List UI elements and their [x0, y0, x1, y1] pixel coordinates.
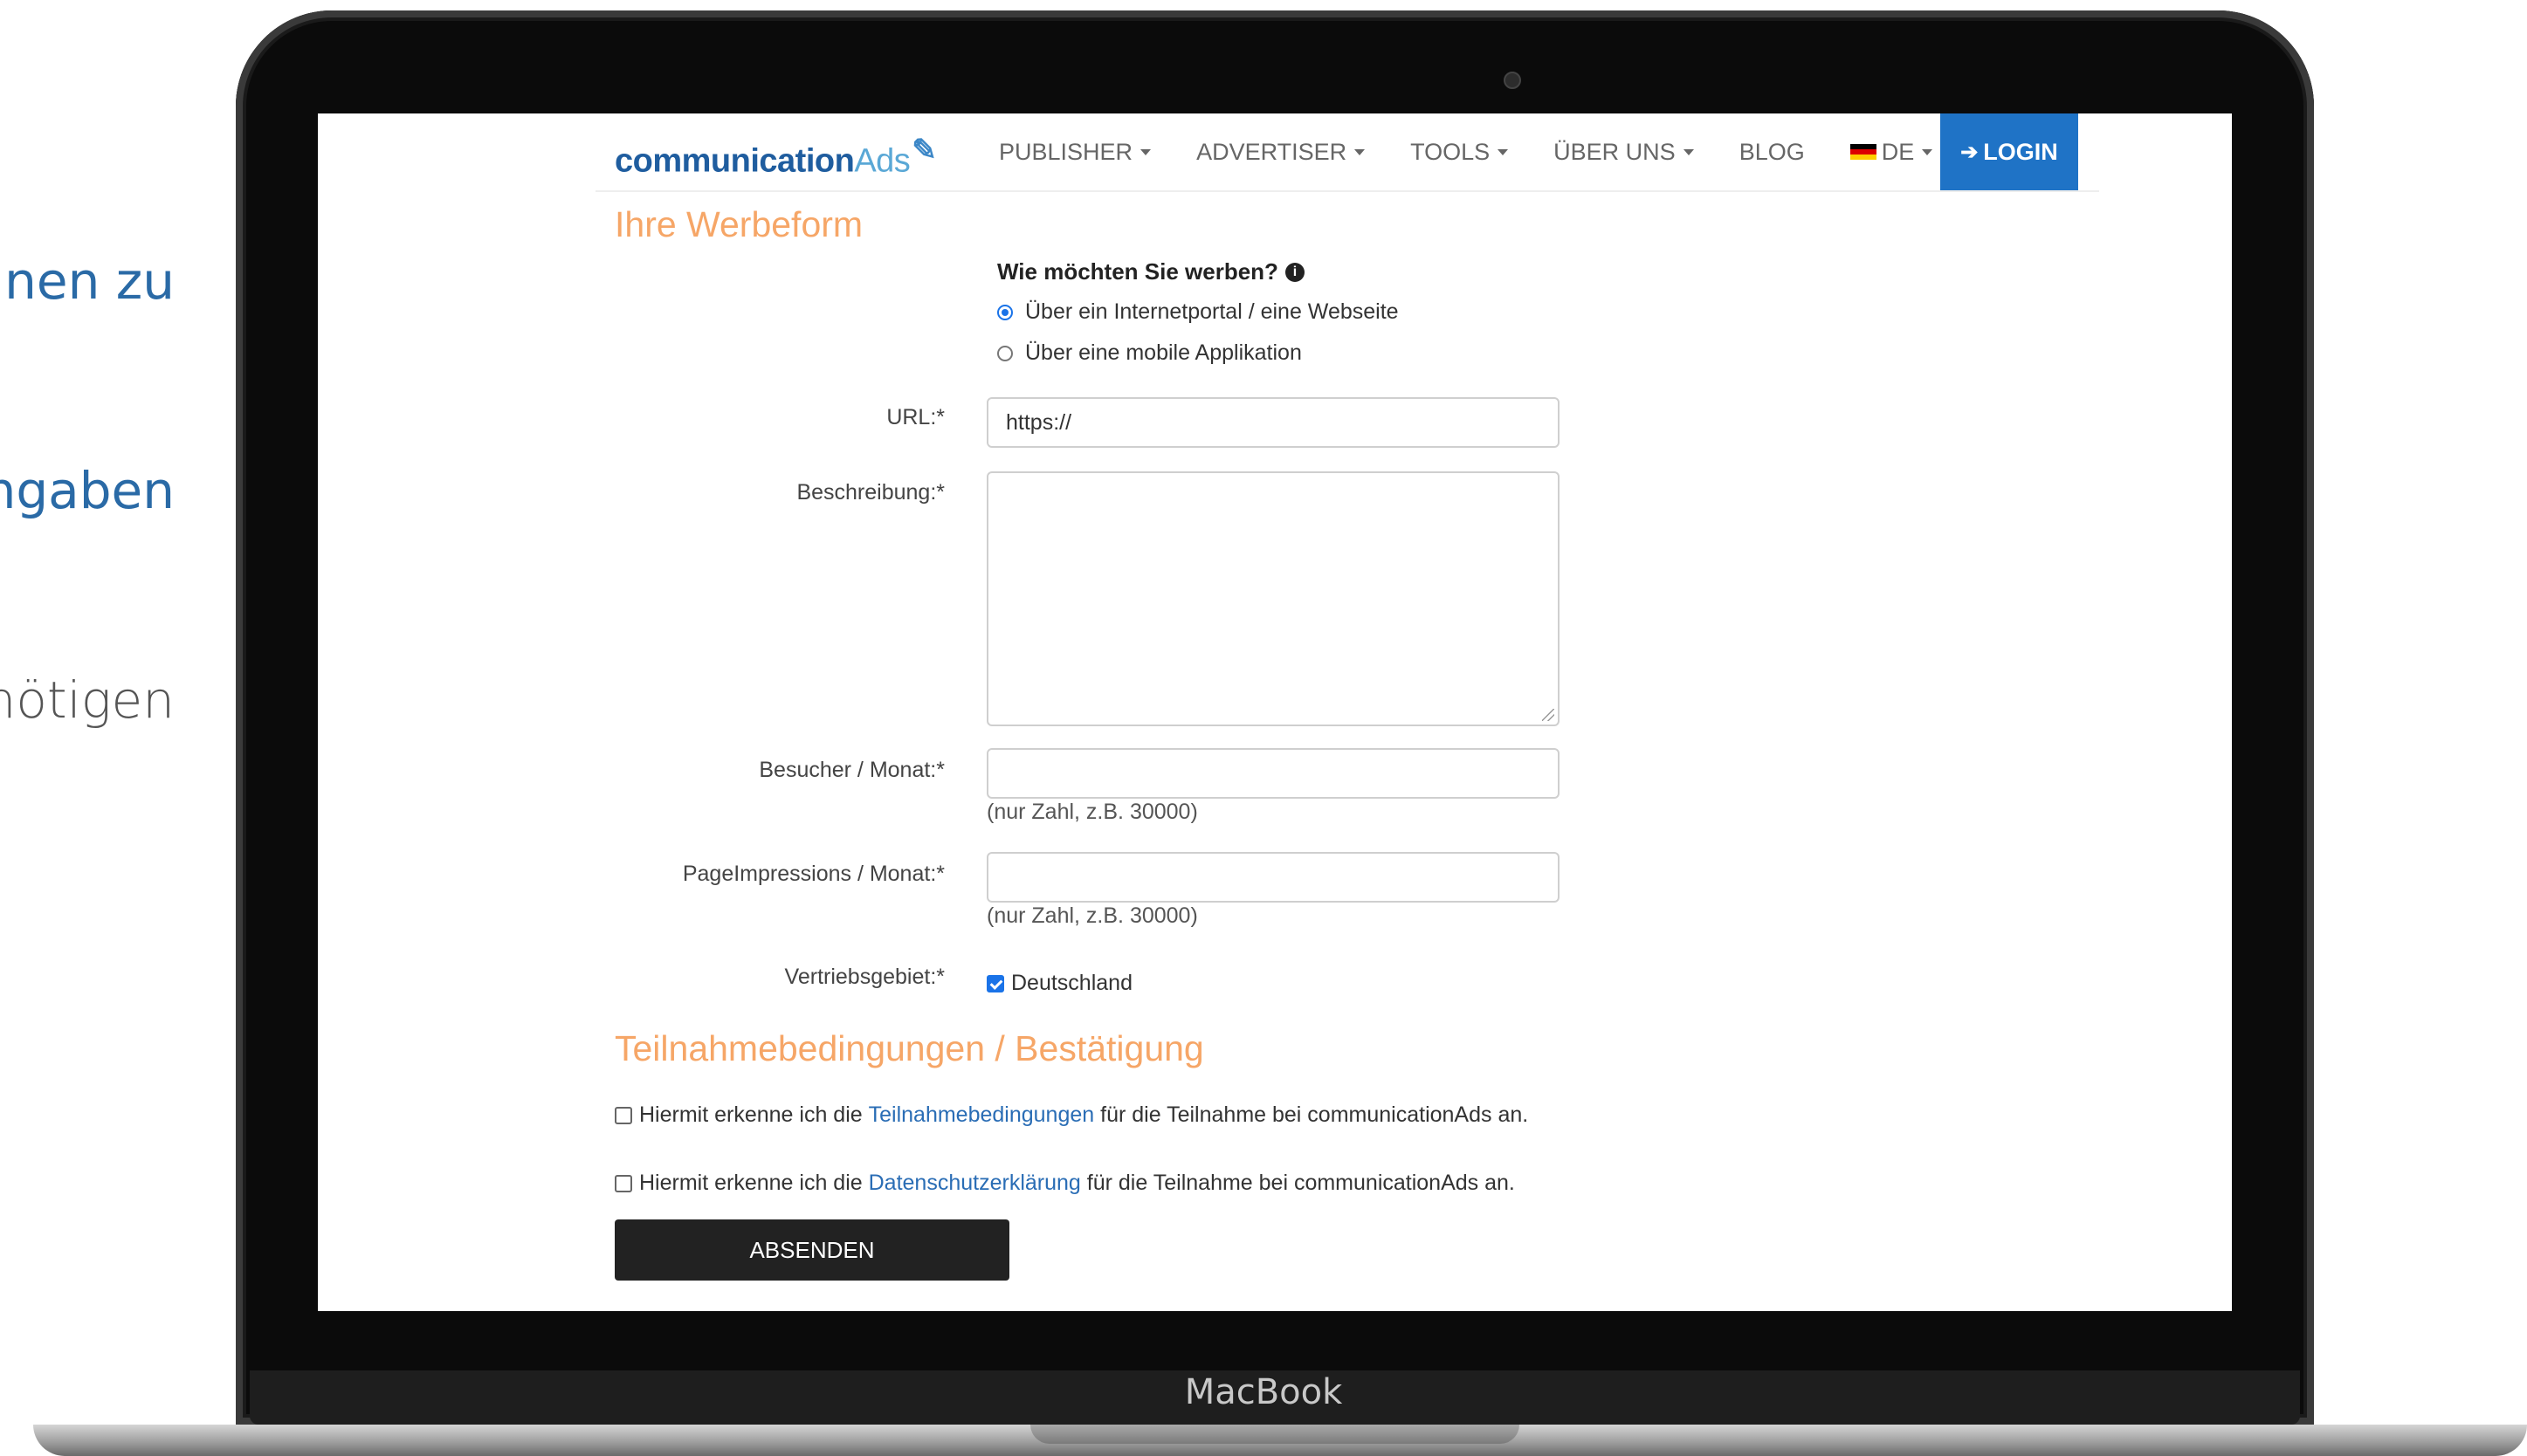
device-label: MacBook: [1184, 1372, 1343, 1412]
resize-handle[interactable]: [1542, 709, 1554, 721]
side-text-3: nötigen: [0, 670, 175, 730]
side-text-2: ngaben: [0, 461, 175, 520]
besucher-label: Besucher / Monat:*: [759, 758, 945, 782]
caret-down-icon: [1683, 148, 1694, 155]
nav-item-publisher[interactable]: PUBLISHER: [999, 139, 1152, 166]
logo-text-secondary: Ads: [854, 142, 911, 180]
besucher-input[interactable]: [987, 748, 1560, 799]
nav-item-advertiser[interactable]: ADVERTISER: [1196, 139, 1366, 166]
teilnahmebedingungen-checkbox[interactable]: [615, 1106, 632, 1124]
logo-text-primary: communication: [615, 142, 855, 180]
radio-option-mobile-app[interactable]: Über eine mobile Applikation: [997, 340, 1302, 366]
caret-down-icon: [1922, 148, 1933, 155]
language-selector[interactable]: DE: [1849, 139, 1933, 166]
section-title-terms: Teilnahmebedingungen / Bestätigung: [615, 1028, 1204, 1068]
datenschutz-row: Hiermit erkenne ich die Datenschutzerklä…: [615, 1171, 1515, 1196]
sign-in-icon: ➔: [1960, 140, 1979, 164]
caret-down-icon: [1498, 148, 1509, 155]
logo[interactable]: communicationAds✎: [615, 133, 937, 181]
url-input[interactable]: https://: [987, 397, 1560, 448]
laptop-screen: communicationAds✎ PUBLISHER ADVERTISER T…: [318, 113, 2232, 1311]
info-icon[interactable]: i: [1284, 262, 1305, 282]
question-label: Wie möchten Sie werben? i: [997, 258, 1305, 285]
german-flag-icon: [1849, 144, 1876, 160]
radio-button[interactable]: [997, 345, 1013, 361]
side-text-1: nen zu: [4, 251, 175, 311]
edit-icon: ✎: [912, 134, 937, 167]
nav-item-ueber-uns[interactable]: ÜBER UNS: [1553, 139, 1694, 166]
teilnahmebedingungen-row: Hiermit erkenne ich die Teilnahmebedingu…: [615, 1102, 1528, 1128]
radio-button[interactable]: [997, 304, 1013, 320]
vertriebsgebiet-label: Vertriebsgebiet:*: [784, 965, 945, 989]
submit-button[interactable]: ABSENDEN: [615, 1219, 1009, 1281]
pageimpressions-label: PageImpressions / Monat:*: [682, 862, 945, 886]
beschreibung-textarea[interactable]: [987, 471, 1560, 726]
navbar: communicationAds✎ PUBLISHER ADVERTISER T…: [596, 113, 2099, 192]
deutschland-checkbox[interactable]: [987, 974, 1004, 992]
datenschutz-checkbox[interactable]: [615, 1174, 632, 1192]
nav-item-tools[interactable]: TOOLS: [1410, 139, 1509, 166]
vertriebsgebiet-checkbox-row[interactable]: Deutschland: [987, 971, 1133, 996]
nav-item-blog[interactable]: BLOG: [1739, 139, 1805, 166]
besucher-hint: (nur Zahl, z.B. 30000): [987, 800, 1198, 824]
datenschutz-link[interactable]: Datenschutzerklärung: [869, 1171, 1081, 1196]
web-page: communicationAds✎ PUBLISHER ADVERTISER T…: [596, 113, 2099, 1281]
section-title-werbeform: Ihre Werbeform: [615, 204, 864, 244]
pageimpressions-hint: (nur Zahl, z.B. 30000): [987, 903, 1198, 928]
main-nav: PUBLISHER ADVERTISER TOOLS ÜBER UNS BLOG…: [999, 113, 1978, 190]
laptop-notch: [1030, 1425, 1519, 1444]
caret-down-icon: [1140, 148, 1152, 155]
camera-icon: [1504, 72, 1521, 89]
teilnahmebedingungen-link[interactable]: Teilnahmebedingungen: [869, 1102, 1095, 1128]
radio-option-website[interactable]: Über ein Internetportal / eine Webseite: [997, 299, 1399, 325]
beschreibung-label: Beschreibung:*: [796, 480, 945, 505]
url-label: URL:*: [886, 405, 945, 429]
login-button[interactable]: ➔ LOGIN: [1940, 113, 2078, 190]
caret-down-icon: [1354, 148, 1366, 155]
pageimpressions-input[interactable]: [987, 852, 1560, 903]
